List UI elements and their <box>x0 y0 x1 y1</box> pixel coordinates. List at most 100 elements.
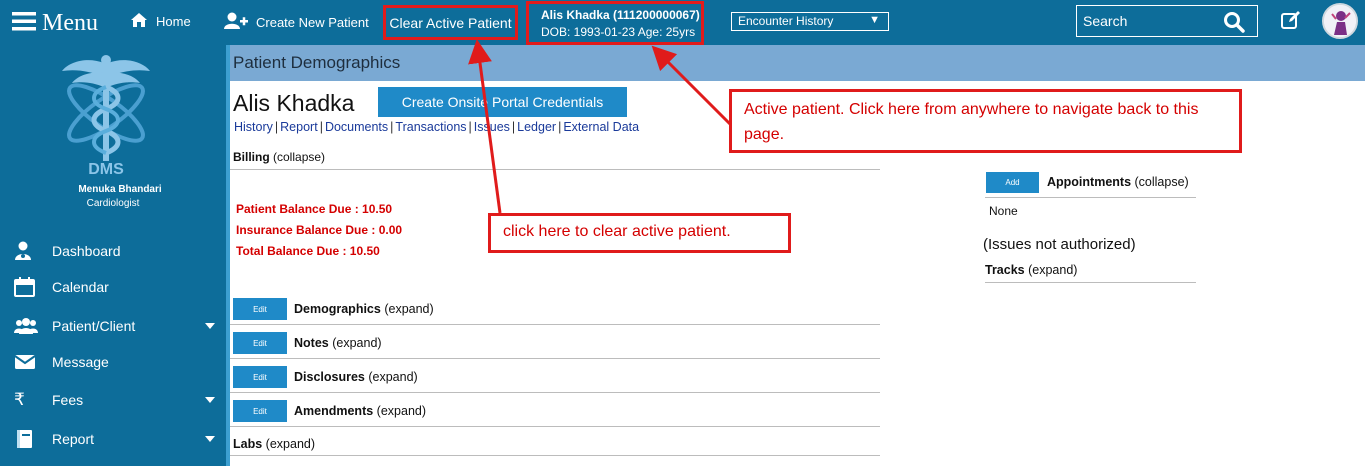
search-input[interactable]: Search <box>1076 5 1258 37</box>
compose-icon[interactable] <box>1281 10 1301 35</box>
sidebar-item-message[interactable]: Message <box>0 346 226 378</box>
sidebar-item-patient-client[interactable]: Patient/Client <box>0 310 226 342</box>
users-icon <box>14 316 38 336</box>
home-link[interactable]: Home <box>130 12 191 31</box>
expand-toggle[interactable]: (expand) <box>377 404 426 418</box>
edit-notes-button[interactable]: Edit <box>233 332 287 354</box>
divider <box>230 426 880 427</box>
section-title-text: Demographics <box>294 302 381 316</box>
appointments-header: Appointments (collapse) <box>1047 175 1189 189</box>
expand-toggle[interactable]: (expand) <box>368 370 417 384</box>
chevron-down-icon <box>205 436 215 442</box>
edit-demographics-button[interactable]: Edit <box>233 298 287 320</box>
top-navbar: Menu Home Create New Patient Clear Activ… <box>0 0 1365 45</box>
doctor-name: Menuka Bhandari <box>78 184 162 195</box>
divider <box>985 197 1196 198</box>
appointments-value: None <box>989 204 1018 218</box>
doctor-role: Cardiologist <box>86 198 140 209</box>
issues-not-authorized: (Issues not authorized) <box>983 236 1136 253</box>
logo-text: DMS <box>88 161 124 178</box>
page-title-bar: Patient Demographics <box>230 45 1365 81</box>
tab-issues[interactable]: Issues <box>474 120 510 134</box>
active-patient-dob: DOB: 1993-01-23 Age: 25yrs <box>541 25 696 39</box>
billing-header: Billing (collapse) <box>233 150 325 164</box>
tab-external-data[interactable]: External Data <box>563 120 639 134</box>
search-icon[interactable] <box>1223 11 1245 36</box>
sidebar-item-dashboard[interactable]: Dashboard <box>0 235 226 267</box>
page-title: Patient Demographics <box>233 53 401 72</box>
sidebar-item-fees[interactable]: ₹ Fees <box>0 384 226 416</box>
tab-documents[interactable]: Documents <box>325 120 388 134</box>
section-title-text: Notes <box>294 336 329 350</box>
edit-amendments-button[interactable]: Edit <box>233 400 287 422</box>
patient-tabs: History | Report | Documents | Transactions | Is… <box>234 120 639 134</box>
section-title: Amendments (expand) <box>294 404 426 418</box>
amendments-section: Edit Amendments (expand) <box>233 397 880 427</box>
rupee-icon: ₹ <box>14 390 25 410</box>
menu-button[interactable]: Menu <box>12 8 98 38</box>
disclosures-section: Edit Disclosures (expand) <box>233 363 880 393</box>
sidebar: DMS Menuka Bhandari Cardiologist Dashboa… <box>0 45 226 466</box>
billing-title: Billing <box>233 150 270 164</box>
tab-ledger[interactable]: Ledger <box>517 120 556 134</box>
tab-separator: | <box>511 120 516 134</box>
patient-name: Alis Khadka <box>233 90 355 116</box>
chevron-down-icon <box>205 323 215 329</box>
divider <box>230 392 880 393</box>
user-avatar[interactable] <box>1322 3 1358 39</box>
appointments-title: Appointments <box>1047 175 1132 189</box>
tab-history[interactable]: History <box>234 120 273 134</box>
sidebar-item-label: Dashboard <box>52 243 121 259</box>
hamburger-icon <box>12 11 36 36</box>
tab-separator: | <box>390 120 394 134</box>
sidebar-item-label: Report <box>52 431 95 447</box>
doctor-icon <box>14 241 36 261</box>
chevron-down-icon <box>205 397 215 403</box>
patient-balance-due: Patient Balance Due : 10.50 <box>236 202 393 216</box>
tab-separator: | <box>468 120 472 134</box>
total-balance-due: Total Balance Due : 10.50 <box>236 244 380 258</box>
divider <box>230 324 880 325</box>
sidebar-item-report[interactable]: Report <box>0 423 226 455</box>
add-appointment-button[interactable]: Add <box>986 172 1039 193</box>
calendar-icon <box>14 277 36 297</box>
create-new-patient-link[interactable]: Create New Patient <box>224 12 369 33</box>
create-portal-credentials-button[interactable]: Create Onsite Portal Credentials <box>378 87 627 117</box>
section-title: Demographics (expand) <box>294 302 434 316</box>
demographics-section: Edit Demographics (expand) <box>233 295 880 325</box>
divider <box>230 358 880 359</box>
sidebar-item-calendar[interactable]: Calendar <box>0 271 226 303</box>
envelope-icon <box>14 352 36 372</box>
clear-active-patient-button[interactable]: Clear Active Patient <box>383 5 518 40</box>
tab-report[interactable]: Report <box>280 120 318 134</box>
appointments-collapse-toggle[interactable]: (collapse) <box>1135 175 1189 189</box>
tab-transactions[interactable]: Transactions <box>395 120 466 134</box>
section-title-text: Disclosures <box>294 370 365 384</box>
tab-separator: | <box>274 120 279 134</box>
book-icon <box>14 429 36 449</box>
encounter-history-select[interactable]: Encounter History ▼ <box>731 12 889 31</box>
sidebar-item-label: Fees <box>52 392 84 408</box>
billing-collapse-toggle[interactable]: (collapse) <box>273 150 325 164</box>
active-patient-callout: Active patient. Click here from anywhere… <box>729 89 1242 153</box>
home-label: Home <box>156 14 191 29</box>
home-icon <box>130 12 148 31</box>
tracks-expand-toggle[interactable]: (expand) <box>1028 263 1077 277</box>
labs-expand-toggle[interactable]: (expand) <box>266 437 315 451</box>
labs-section: Labs (expand) <box>233 437 315 451</box>
tab-separator: | <box>558 120 562 134</box>
edit-disclosures-button[interactable]: Edit <box>233 366 287 388</box>
expand-toggle[interactable]: (expand) <box>332 336 381 350</box>
add-user-icon <box>224 12 248 33</box>
clear-patient-callout: click here to clear active patient. <box>488 213 791 253</box>
sidebar-item-label: Message <box>52 354 109 370</box>
active-patient-badge[interactable]: Alis Khadka (111200000067) DOB: 1993-01-… <box>526 1 704 45</box>
tracks-header: Tracks (expand) <box>985 263 1077 277</box>
active-patient-name: Alis Khadka (111200000067) <box>541 8 700 22</box>
menu-label: Menu <box>42 9 98 36</box>
labs-title: Labs <box>233 437 263 451</box>
notes-section: Edit Notes (expand) <box>233 329 880 359</box>
expand-toggle[interactable]: (expand) <box>384 302 433 316</box>
create-new-patient-label: Create New Patient <box>256 15 369 30</box>
caret-down-icon: ▼ <box>869 14 880 26</box>
